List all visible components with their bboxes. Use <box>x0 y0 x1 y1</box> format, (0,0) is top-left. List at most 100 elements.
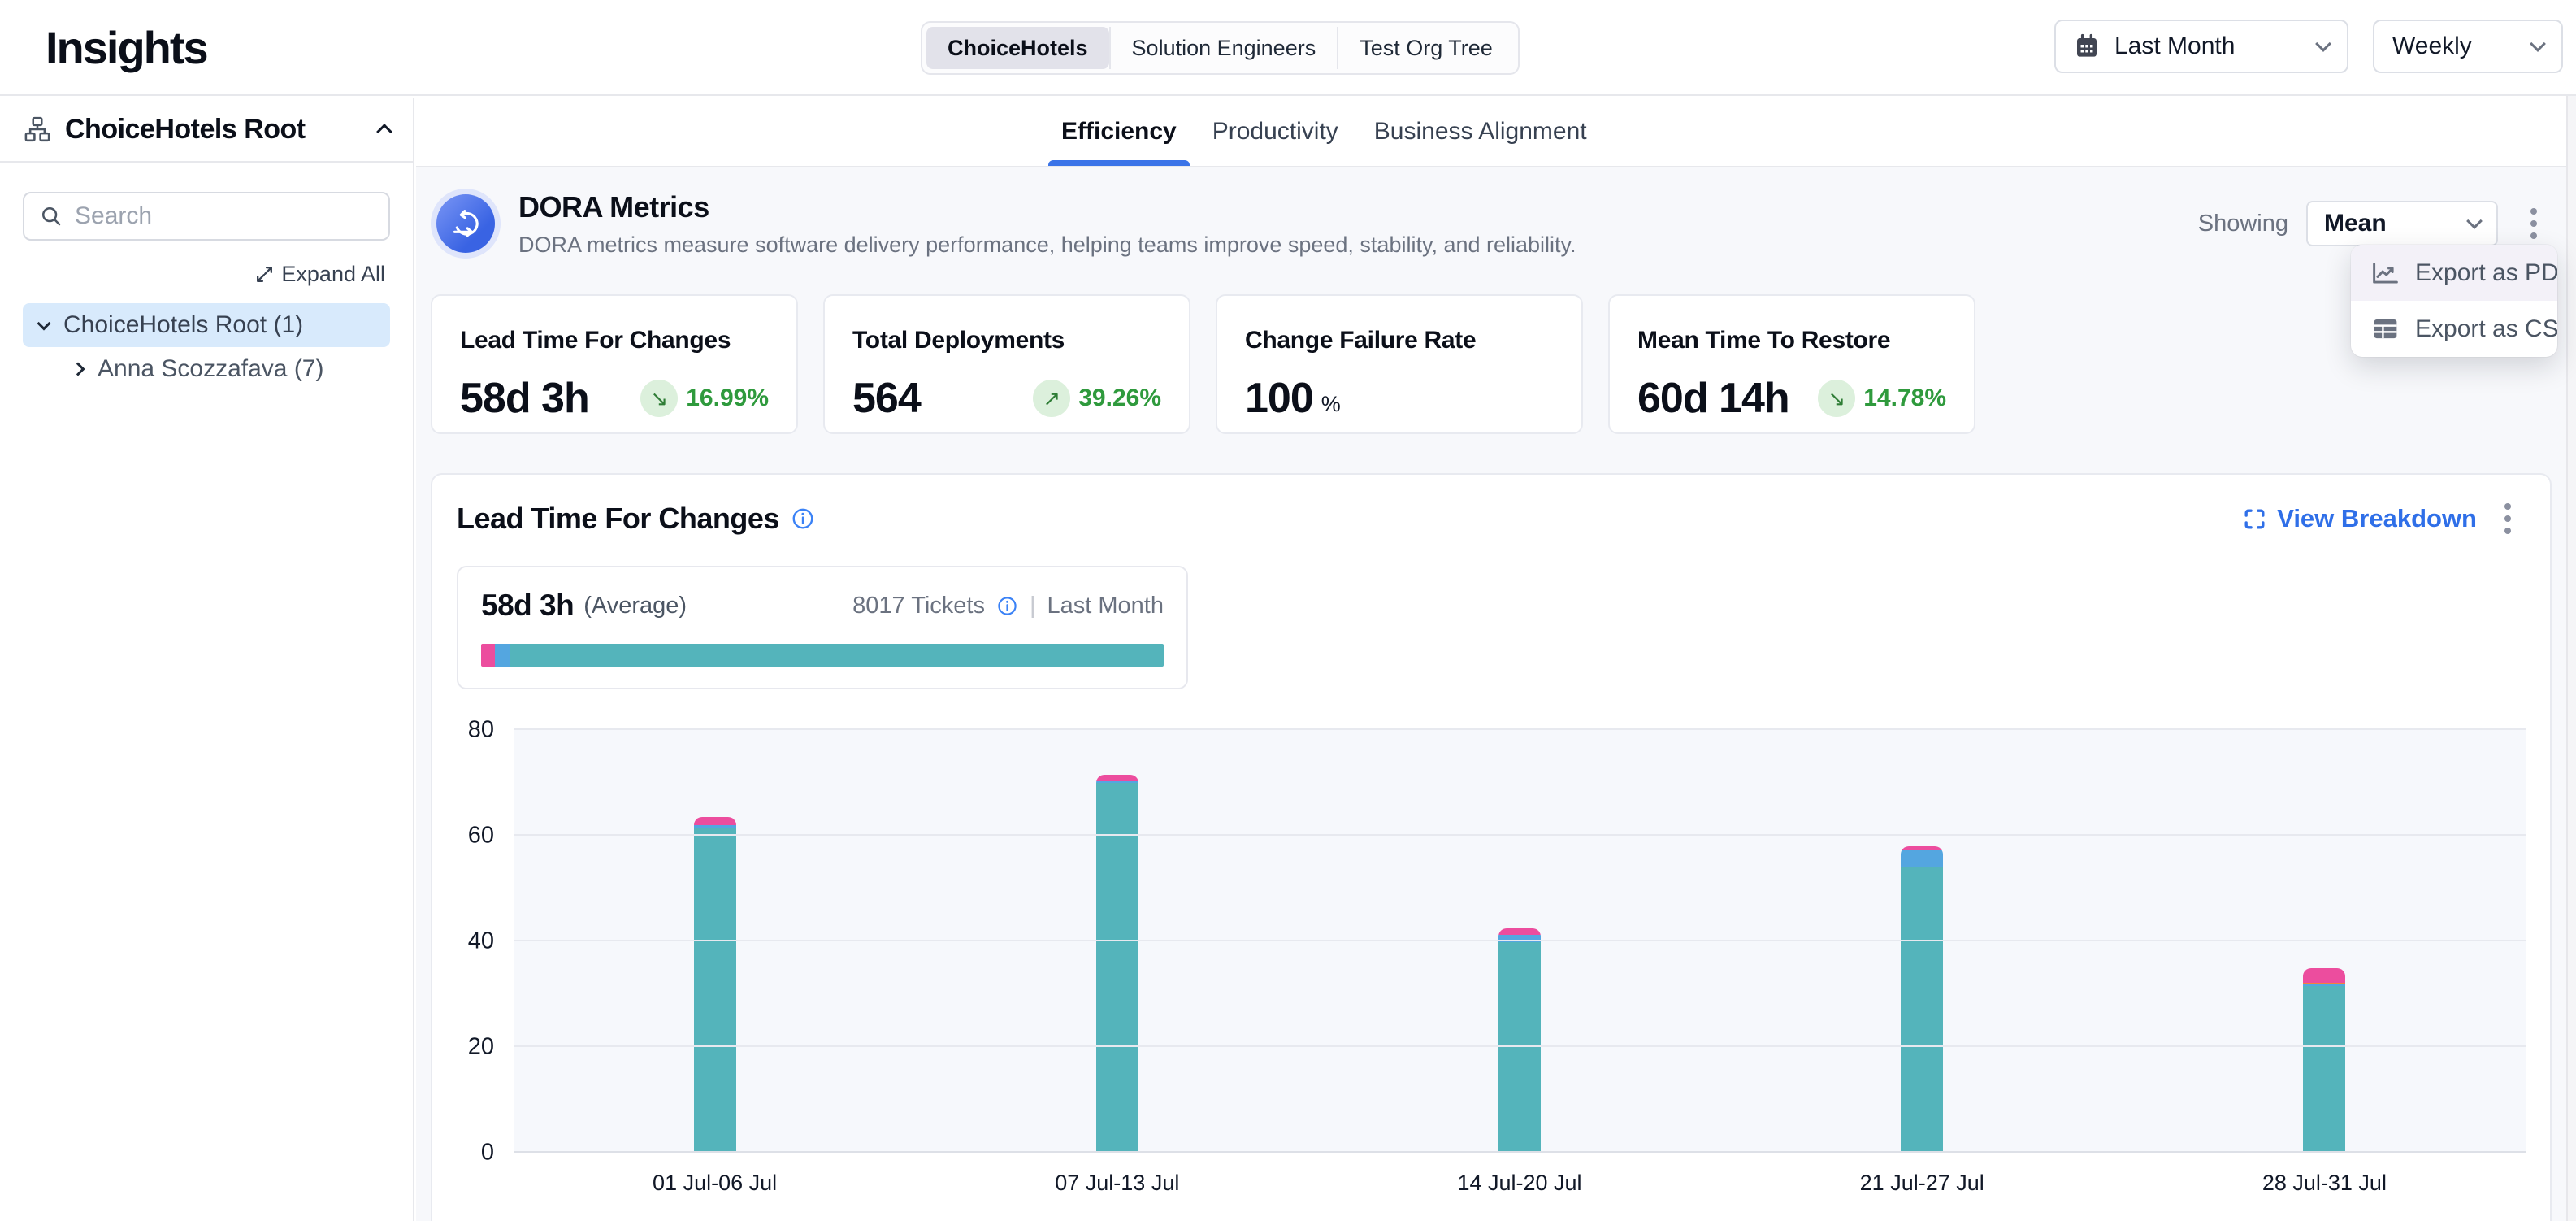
sidebar-header[interactable]: ChoiceHotels Root <box>0 98 413 163</box>
search-input[interactable] <box>75 202 374 230</box>
granularity-dropdown[interactable]: Weekly <box>2373 20 2563 73</box>
date-range-value: Last Month <box>2114 33 2303 60</box>
main-content: DORA Metrics DORA metrics measure softwa… <box>416 169 2566 1221</box>
distribution-segment-planning <box>481 644 495 667</box>
x-tick-label: 21 Jul-27 Jul <box>1721 1171 2123 1196</box>
search-icon <box>39 204 63 228</box>
org-tab-test-org-tree[interactable]: Test Org Tree <box>1337 27 1514 69</box>
lead-time-more-menu-button[interactable] <box>2490 496 2526 541</box>
expand-corners-icon <box>2242 506 2267 532</box>
chevron-up-icon[interactable] <box>376 124 392 140</box>
dora-title: DORA Metrics <box>518 190 2198 224</box>
aggregation-value: Mean <box>2324 210 2461 237</box>
dora-more-menu-button[interactable] <box>2516 201 2552 246</box>
metric-tabs: Efficiency Productivity Business Alignme… <box>416 98 2576 167</box>
export-menu: Export as PDF Export as CSV <box>2351 245 2557 357</box>
vertical-scrollbar[interactable] <box>2566 96 2576 1221</box>
chart-export-icon <box>2370 258 2400 288</box>
metric-card-value: 564 <box>852 374 921 423</box>
tab-efficiency[interactable]: Efficiency <box>1048 98 1190 166</box>
info-icon[interactable] <box>791 506 815 531</box>
bar-segment-planning <box>1498 928 1541 935</box>
distribution-segment-review <box>495 644 510 667</box>
metric-card-lead-time: Lead Time For Changes 58d 3h ↘ 16.99% <box>431 294 798 434</box>
stacked-bar[interactable] <box>1498 928 1541 1153</box>
showing-label: Showing <box>2198 211 2288 237</box>
metric-card-mean-time-to-restore: Mean Time To Restore 60d 14h ↘ 14.78% <box>1608 294 1975 434</box>
export-pdf-menu-item[interactable]: Export as PDF <box>2351 245 2557 301</box>
x-tick-label: 07 Jul-13 Jul <box>916 1171 1318 1196</box>
main-panel: Efficiency Productivity Business Alignme… <box>416 98 2576 1221</box>
average-period-label: Last Month <box>1047 593 1164 619</box>
lead-time-title: Lead Time For Changes <box>457 502 779 536</box>
bar-segment-planning <box>694 817 736 825</box>
dora-icon-ring <box>431 189 501 259</box>
phase-distribution-bar <box>481 644 1164 667</box>
page-title: Insights <box>46 21 207 74</box>
stacked-bar[interactable] <box>1096 775 1138 1153</box>
view-breakdown-button[interactable]: View Breakdown <box>2242 504 2477 533</box>
metric-card-change-failure-rate: Change Failure Rate 100 % <box>1216 294 1583 434</box>
export-csv-menu-item[interactable]: Export as CSV <box>2351 301 2557 357</box>
info-icon[interactable] <box>996 595 1018 617</box>
org-tree: ChoiceHotels Root (1) Anna Scozzafava (7… <box>23 303 390 391</box>
bar-slot <box>1721 730 2123 1153</box>
tickets-count: 8017 Tickets <box>852 593 985 619</box>
iteration-cycle-icon <box>436 194 495 253</box>
metric-card-value: 60d 14h <box>1637 374 1789 423</box>
table-icon <box>2370 314 2400 344</box>
top-header: Insights ChoiceHotels Solution Engineers… <box>0 0 2576 96</box>
chevron-down-icon <box>2466 213 2483 229</box>
x-tick-label: 14 Jul-20 Jul <box>1318 1171 1720 1196</box>
granularity-value: Weekly <box>2392 33 2517 60</box>
tree-node-choicehotels-root[interactable]: ChoiceHotels Root (1) <box>23 303 390 347</box>
chevron-right-icon[interactable] <box>72 363 85 376</box>
bar-segment-deployment <box>2303 986 2345 1153</box>
bar-segment-planning <box>2303 968 2345 983</box>
metric-card-unit: % <box>1321 392 1341 417</box>
metric-card-title: Mean Time To Restore <box>1637 327 1946 354</box>
tree-node-anna-scozzafava[interactable]: Anna Scozzafava (7) <box>57 347 390 391</box>
chevron-down-icon <box>2530 36 2546 52</box>
stacked-bar[interactable] <box>1901 846 1943 1153</box>
export-pdf-label: Export as PDF <box>2415 259 2557 287</box>
average-suffix: (Average) <box>583 593 687 619</box>
metric-card-title: Lead Time For Changes <box>460 327 769 354</box>
chevron-down-icon <box>2315 36 2331 52</box>
y-tick-label: 80 <box>468 717 494 744</box>
gridline <box>514 1045 2526 1047</box>
chart-plot <box>514 730 2526 1153</box>
org-tree-icon <box>23 115 52 144</box>
metric-card-title: Change Failure Rate <box>1245 327 1554 354</box>
tab-business-alignment[interactable]: Business Alignment <box>1361 98 1600 166</box>
x-tick-label: 01 Jul-06 Jul <box>514 1171 916 1196</box>
bar-slot <box>2123 730 2526 1153</box>
bar-slot <box>514 730 916 1153</box>
aggregation-dropdown[interactable]: Mean <box>2306 201 2498 246</box>
view-breakdown-label: View Breakdown <box>2277 504 2477 533</box>
org-tab-solution-engineers[interactable]: Solution Engineers <box>1109 27 1338 69</box>
expand-all-button[interactable]: Expand All <box>254 262 385 287</box>
metric-card-title: Total Deployments <box>852 327 1161 354</box>
calendar-icon <box>2074 33 2100 59</box>
date-range-dropdown[interactable]: Last Month <box>2054 20 2348 73</box>
tab-productivity[interactable]: Productivity <box>1199 98 1351 166</box>
expand-all-icon <box>254 264 275 285</box>
trend-up-icon: ↗ <box>1033 380 1070 417</box>
expand-all-label: Expand All <box>281 262 385 287</box>
separator: | <box>1030 593 1036 619</box>
gridline <box>514 940 2526 941</box>
bar-segment-planning <box>1096 775 1138 781</box>
org-switcher: ChoiceHotels Solution Engineers Test Org… <box>921 21 1520 75</box>
export-csv-label: Export as CSV <box>2415 315 2557 343</box>
org-tab-choicehotels[interactable]: ChoiceHotels <box>926 27 1109 69</box>
dora-metrics-header: DORA Metrics DORA metrics measure softwa… <box>431 189 2552 259</box>
bar-segment-deployment <box>1498 942 1541 1153</box>
bar-slot <box>1318 730 1720 1153</box>
y-tick-label: 20 <box>468 1034 494 1061</box>
sidebar-search <box>23 192 390 241</box>
stacked-bar[interactable] <box>2303 968 2345 1154</box>
chart-bars <box>514 730 2526 1153</box>
stacked-bar[interactable] <box>694 817 736 1153</box>
chevron-down-icon[interactable] <box>37 317 51 331</box>
